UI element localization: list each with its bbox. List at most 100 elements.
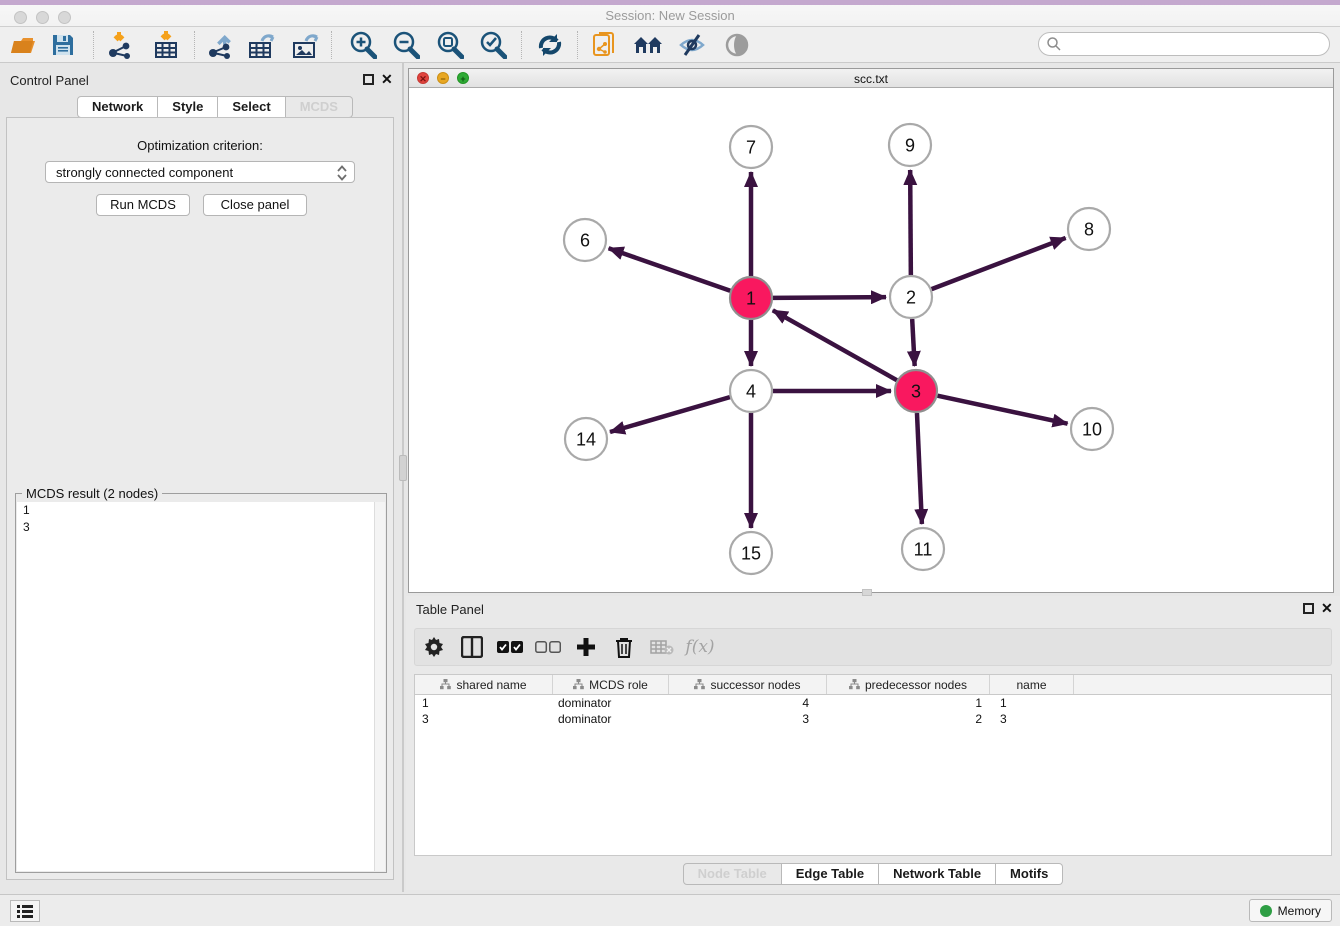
search-input[interactable]: [1066, 37, 1329, 51]
import-table-icon[interactable]: [149, 31, 183, 59]
window-titlebar: Session: New Session: [0, 0, 1340, 27]
svg-text:6: 6: [580, 230, 590, 250]
close-panel-icon[interactable]: ✕: [381, 71, 393, 88]
graph-edge-2-9[interactable]: [910, 170, 911, 275]
svg-text:3: 3: [911, 381, 921, 401]
graph-node-10[interactable]: 10: [1071, 408, 1113, 450]
graph-node-11[interactable]: 11: [902, 528, 944, 570]
table-row[interactable]: 1dominator411: [415, 695, 1331, 711]
table-cell: dominator: [553, 695, 669, 711]
graph-edge-3-11[interactable]: [917, 413, 922, 524]
graph-node-8[interactable]: 8: [1068, 208, 1110, 250]
save-session-icon[interactable]: [46, 31, 80, 59]
zoom-out-icon[interactable]: [389, 31, 423, 59]
toolbar-separator: [93, 31, 94, 59]
table-cell: dominator: [553, 711, 669, 727]
graph-edge-3-10[interactable]: [938, 396, 1068, 424]
graph-edge-1-2[interactable]: [773, 297, 886, 298]
delete-table-icon[interactable]: [643, 629, 681, 665]
tab-mcds[interactable]: MCDS: [286, 96, 353, 118]
zoom-selected-icon[interactable]: [476, 31, 510, 59]
network-window-titlebar[interactable]: ✕ − + scc.txt: [409, 69, 1333, 88]
memory-button[interactable]: Memory: [1249, 899, 1332, 922]
memory-status-icon: [1260, 905, 1272, 917]
optimization-criterion-label: Optimization criterion:: [7, 138, 393, 153]
tab-edge-table[interactable]: Edge Table: [782, 863, 879, 885]
show-all-icon[interactable]: [720, 31, 754, 59]
graph-node-4[interactable]: 4: [730, 370, 772, 412]
graph-node-7[interactable]: 7: [730, 126, 772, 168]
table-row[interactable]: 3dominator323: [415, 711, 1331, 727]
float-table-panel-icon[interactable]: [1303, 603, 1314, 614]
graph-node-15[interactable]: 15: [730, 532, 772, 574]
graph-edge-3-1[interactable]: [773, 310, 897, 380]
table-cell: 4: [669, 695, 827, 711]
control-panel-tabs: Network Style Select MCDS: [77, 96, 353, 118]
svg-text:1: 1: [746, 288, 756, 308]
add-column-icon[interactable]: [567, 629, 605, 665]
deselect-all-checkboxes-icon[interactable]: [529, 629, 567, 665]
graph-node-14[interactable]: 14: [565, 418, 607, 460]
result-line: 1: [17, 502, 385, 519]
result-scrollbar[interactable]: [374, 502, 385, 871]
column-header-name[interactable]: name: [990, 675, 1074, 694]
table-cell: 1: [827, 695, 990, 711]
table-settings-icon[interactable]: [415, 629, 453, 665]
graph-node-2[interactable]: 2: [890, 276, 932, 318]
search-box[interactable]: [1038, 32, 1330, 56]
graph-node-6[interactable]: 6: [564, 219, 606, 261]
chevron-up-down-icon: [336, 164, 348, 185]
column-header-predecessor-nodes[interactable]: predecessor nodes: [827, 675, 990, 694]
delete-column-icon[interactable]: [605, 629, 643, 665]
hide-selected-icon[interactable]: [675, 31, 709, 59]
tab-node-table[interactable]: Node Table: [683, 863, 782, 885]
graph-node-3[interactable]: 3: [895, 370, 937, 412]
svg-text:10: 10: [1082, 419, 1102, 439]
network-graph-canvas[interactable]: 1 2 3 4 6 7 8 9 10 11 14: [409, 88, 1333, 592]
close-table-panel-icon[interactable]: ✕: [1321, 600, 1333, 617]
application-window: Session: New Session: [0, 0, 1340, 926]
show-columns-icon[interactable]: [453, 629, 491, 665]
tab-motifs[interactable]: Motifs: [996, 863, 1063, 885]
zoom-in-icon[interactable]: [346, 31, 380, 59]
graph-edge-4-14[interactable]: [610, 397, 730, 432]
tab-style[interactable]: Style: [158, 96, 218, 118]
run-mcds-button[interactable]: Run MCDS: [96, 194, 190, 216]
open-session-icon[interactable]: [6, 31, 40, 59]
mcds-result-list[interactable]: 13: [17, 502, 385, 871]
graph-node-1[interactable]: 1: [730, 277, 772, 319]
tab-network-table[interactable]: Network Table: [879, 863, 996, 885]
apply-layout-icon[interactable]: [533, 31, 567, 59]
graph-edge-1-6[interactable]: [609, 248, 731, 290]
graph-edge-2-3[interactable]: [912, 319, 915, 366]
export-table-icon[interactable]: [245, 31, 279, 59]
column-header-shared-name[interactable]: shared name: [415, 675, 553, 694]
memory-label: Memory: [1278, 904, 1321, 918]
task-history-button[interactable]: [10, 900, 40, 922]
column-header-mcds-role[interactable]: MCDS role: [553, 675, 669, 694]
export-network-icon[interactable]: [203, 31, 237, 59]
panel-divider-handle[interactable]: [399, 455, 407, 481]
float-panel-icon[interactable]: [363, 74, 374, 85]
import-network-icon[interactable]: [103, 31, 137, 59]
column-header-successor-nodes[interactable]: successor nodes: [669, 675, 827, 694]
mcds-result-group: MCDS result (2 nodes) 13: [15, 493, 387, 873]
close-panel-button[interactable]: Close panel: [203, 194, 307, 216]
export-image-icon[interactable]: [289, 31, 323, 59]
horizontal-divider-handle[interactable]: [862, 589, 872, 596]
graph-node-9[interactable]: 9: [889, 124, 931, 166]
tab-select[interactable]: Select: [218, 96, 285, 118]
zoom-fit-icon[interactable]: [433, 31, 467, 59]
tab-network[interactable]: Network: [77, 96, 158, 118]
table-cell: 3: [415, 711, 553, 727]
optimization-criterion-select[interactable]: strongly connected component: [45, 161, 355, 183]
function-builder-icon[interactable]: f(x): [681, 629, 719, 665]
select-all-checkboxes-icon[interactable]: [491, 629, 529, 665]
first-neighbors-icon[interactable]: [632, 31, 666, 59]
network-view-window: ✕ − + scc.txt 1 2 3 4 6 7 8 9: [408, 68, 1334, 593]
clone-network-icon[interactable]: [588, 31, 622, 59]
node-table[interactable]: shared name MCDS role successor nodes pr…: [414, 674, 1332, 856]
graph-edge-2-8[interactable]: [932, 238, 1066, 289]
status-bar: Memory: [0, 894, 1340, 926]
toolbar-separator: [521, 31, 522, 59]
